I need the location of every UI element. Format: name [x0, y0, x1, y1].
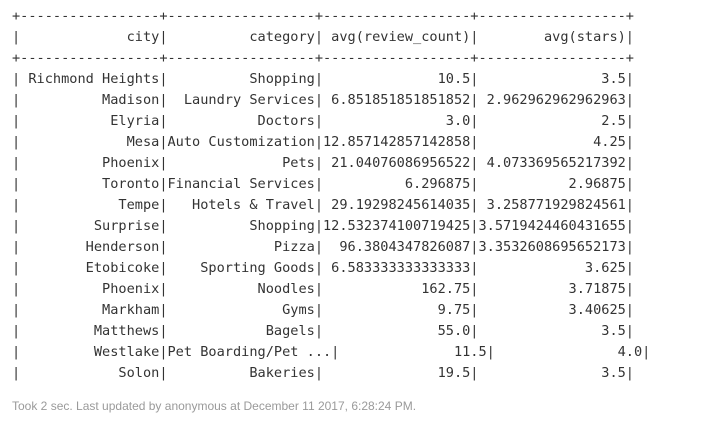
table-row: | Toronto|Financial Services| 6.296875| … — [12, 176, 634, 192]
query-result-table: +-----------------+------------------+--… — [12, 6, 650, 384]
table-row: | Westlake|Pet Boarding/Pet ...| 11.5| 4… — [12, 344, 651, 360]
table-row: | Solon| Bakeries| 19.5| 3.5| — [12, 365, 634, 381]
execution-status: Took 2 sec. Last updated by anonymous at… — [12, 399, 417, 413]
table-row: | Tempe| Hotels & Travel| 29.19298245614… — [12, 197, 634, 213]
table-row: | Phoenix| Pets| 21.04076086956522| 4.07… — [12, 155, 634, 171]
table-row: | Markham| Gyms| 9.75| 3.40625| — [12, 302, 634, 318]
table-row: | Matthews| Bagels| 55.0| 3.5| — [12, 323, 634, 339]
table-row: | Mesa|Auto Customization|12.85714285714… — [12, 134, 634, 150]
table-row: | Surprise| Shopping|12.532374100719425|… — [12, 218, 634, 234]
table-row: | Richmond Heights| Shopping| 10.5| 3.5| — [12, 71, 634, 87]
table-row: | Phoenix| Noodles| 162.75| 3.71875| — [12, 281, 634, 297]
table-row: | Etobicoke| Sporting Goods| 6.583333333… — [12, 260, 634, 276]
table-border-line: +-----------------+------------------+--… — [12, 50, 634, 66]
table-row: | Henderson| Pizza| 96.3804347826087|3.3… — [12, 239, 634, 255]
table-border-line: +-----------------+------------------+--… — [12, 8, 634, 24]
table-row: | Elyria| Doctors| 3.0| 2.5| — [12, 113, 634, 129]
table-row: | Madison| Laundry Services| 6.851851851… — [12, 92, 634, 108]
table-header-row: | city| category| avg(review_count)| avg… — [12, 29, 634, 45]
